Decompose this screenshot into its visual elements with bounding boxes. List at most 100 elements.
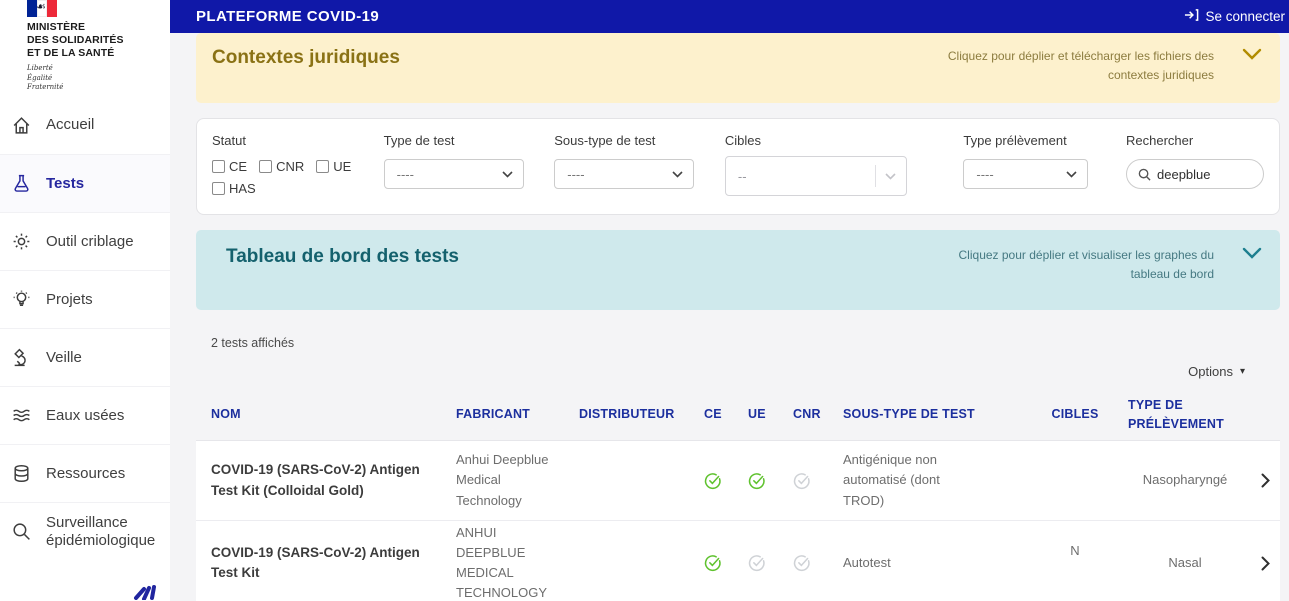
legal-context-title: Contextes juridiques — [212, 47, 400, 68]
chevron-down-icon[interactable] — [1242, 47, 1262, 65]
sidebar: ☙ MINISTÈRE DES SOLIDARITÉS ET DE LA SAN… — [0, 0, 170, 601]
checkbox-ce-box[interactable] — [212, 160, 225, 173]
magnifier-icon — [9, 520, 33, 544]
sidebar-item-label: Accueil — [46, 116, 95, 134]
checkbox-ce[interactable]: CE — [212, 159, 247, 174]
col-header-ue[interactable]: UE — [748, 405, 793, 423]
republic-motto: Liberté Égalité Fraternité — [27, 64, 64, 92]
main-content: Contextes juridiques Cliquez pour déplie… — [170, 33, 1289, 601]
type-test-select[interactable]: ---- — [383, 159, 524, 189]
ue-check-icon — [748, 554, 793, 572]
sidebar-item-label: Eaux usées — [46, 406, 125, 424]
cell-fabricant: Anhui Deepblue Medical Technology — [456, 452, 549, 508]
col-header-fabricant[interactable]: FABRICANT — [456, 405, 579, 423]
legal-context-hint: Cliquez pour déplier et télécharger les … — [947, 49, 1214, 83]
options-label: Options — [1188, 364, 1233, 379]
ce-check-icon — [704, 554, 748, 572]
cibles-label: Cibles — [724, 133, 761, 148]
sidebar-item-projets[interactable]: Projets — [0, 270, 170, 328]
sidebar-item-surveillance[interactable]: Surveillance épidémiologique — [0, 502, 170, 560]
checkbox-cnr-label: CNR — [276, 159, 305, 174]
ue-check-icon — [748, 472, 793, 490]
checkbox-cnr-box[interactable] — [259, 160, 273, 173]
ce-check-icon — [704, 472, 748, 490]
cnr-check-icon — [793, 554, 843, 572]
options-dropdown[interactable]: Options ▾ — [1188, 364, 1245, 379]
sidebar-item-eaux-usees[interactable]: Eaux usées — [0, 386, 170, 444]
type-prelevement-select[interactable]: ---- — [963, 159, 1089, 189]
cell-sous-type: Antigénique non automatisé (dont TROD) — [843, 452, 940, 508]
chevron-down-icon[interactable] — [876, 172, 906, 180]
table-row[interactable]: COVID-19 (SARS-CoV-2) Antigen Test Kit A… — [196, 521, 1280, 601]
checkbox-ce-label: CE — [229, 159, 248, 174]
chevron-down-icon — [1066, 170, 1077, 178]
col-header-cibles[interactable]: CIBLES — [1030, 405, 1120, 423]
col-header-ce[interactable]: CE — [704, 405, 748, 423]
ministry-name: MINISTÈRE DES SOLIDARITÉS ET DE LA SANTÉ — [27, 21, 124, 59]
cell-fabricant: ANHUI DEEPBLUE MEDICAL TECHNOLOGY — [456, 525, 548, 601]
cnr-check-icon — [793, 472, 843, 490]
cell-prelevement: Nasopharyngé — [1142, 472, 1228, 488]
database-icon — [9, 462, 33, 486]
sous-type-select[interactable]: ---- — [554, 159, 695, 189]
checkbox-has-label: HAS — [229, 181, 256, 196]
table-header-row: NOM FABRICANT DISTRIBUTEUR CE UE CNR SOU… — [196, 389, 1280, 441]
gear-icon — [9, 230, 33, 254]
cibles-multiselect[interactable]: -- — [724, 156, 907, 196]
sidebar-item-label: Tests — [46, 174, 85, 192]
microscope-icon — [9, 346, 33, 370]
chevron-down-icon — [672, 170, 683, 178]
sous-type-value: ---- — [567, 166, 585, 182]
dashboard-banner[interactable]: Tableau de bord des tests Cliquez pour d… — [196, 230, 1280, 310]
cell-cibles: N — [1070, 543, 1080, 558]
type-prelevement-label: Type prélèvement — [963, 133, 1067, 148]
checkbox-has-box[interactable] — [212, 182, 225, 195]
checkbox-has[interactable]: HAS — [212, 181, 362, 196]
sidebar-item-veille[interactable]: Veille — [0, 328, 170, 386]
sidebar-item-accueil[interactable]: Accueil — [0, 96, 170, 154]
sidebar-item-tests[interactable]: Tests — [0, 154, 170, 212]
table-row[interactable]: COVID-19 (SARS-CoV-2) Antigen Test Kit (… — [196, 441, 1280, 521]
partner-logo-fragment — [128, 576, 176, 601]
sidebar-item-ressources[interactable]: Ressources — [0, 444, 170, 502]
col-header-distributeur[interactable]: DISTRIBUTEUR — [579, 405, 704, 423]
statut-label: Statut — [212, 133, 246, 148]
flask-icon — [9, 172, 33, 196]
cell-sous-type: Autotest — [843, 555, 891, 571]
col-header-sous-type[interactable]: SOUS-TYPE DE TEST — [843, 405, 1030, 423]
cell-prelevement: Nasal — [1168, 555, 1202, 571]
app-title: PLATEFORME COVID-19 — [196, 8, 380, 25]
cell-nom: COVID-19 (SARS-CoV-2) Antigen Test Kit — [211, 545, 420, 581]
lightbulb-icon — [9, 288, 33, 312]
home-icon — [9, 113, 33, 137]
waves-icon — [9, 404, 33, 428]
cell-nom: COVID-19 (SARS-CoV-2) Antigen Test Kit (… — [211, 462, 420, 498]
sidebar-item-label: Veille — [46, 348, 82, 366]
search-value: deepblue — [1157, 166, 1211, 182]
search-label: Rechercher — [1126, 133, 1194, 148]
col-header-nom[interactable]: NOM — [211, 405, 456, 423]
search-icon — [1138, 168, 1151, 181]
checkbox-ue[interactable]: UE — [316, 159, 351, 174]
col-header-prelevement[interactable]: TYPE DE PRÉLÈVEMENT — [1120, 396, 1250, 432]
login-button[interactable]: Se connecter — [1184, 8, 1285, 25]
chevron-down-icon — [502, 170, 513, 178]
sidebar-item-label: Outil criblage — [46, 232, 134, 250]
sidebar-item-label: Ressources — [46, 464, 126, 482]
col-header-cnr[interactable]: CNR — [793, 405, 843, 423]
checkbox-ue-label: UE — [333, 159, 352, 174]
type-prelevement-value: ---- — [976, 166, 994, 182]
chevron-down-icon[interactable] — [1242, 246, 1262, 264]
row-expand-chevron-icon[interactable] — [1250, 473, 1280, 488]
search-input[interactable]: deepblue — [1126, 159, 1264, 189]
row-expand-chevron-icon[interactable] — [1250, 556, 1280, 571]
french-flag-icon: ☙ — [27, 0, 57, 17]
legal-context-banner[interactable]: Contextes juridiques Cliquez pour déplie… — [196, 33, 1280, 103]
cibles-value: -- — [737, 168, 747, 184]
type-test-value: ---- — [396, 166, 414, 182]
checkbox-ue-box[interactable] — [316, 160, 330, 173]
results-count: 2 tests affichés — [211, 336, 295, 350]
sidebar-item-label: Projets — [46, 290, 93, 308]
sidebar-item-outil-criblage[interactable]: Outil criblage — [0, 212, 170, 270]
checkbox-cnr[interactable]: CNR — [259, 159, 304, 174]
